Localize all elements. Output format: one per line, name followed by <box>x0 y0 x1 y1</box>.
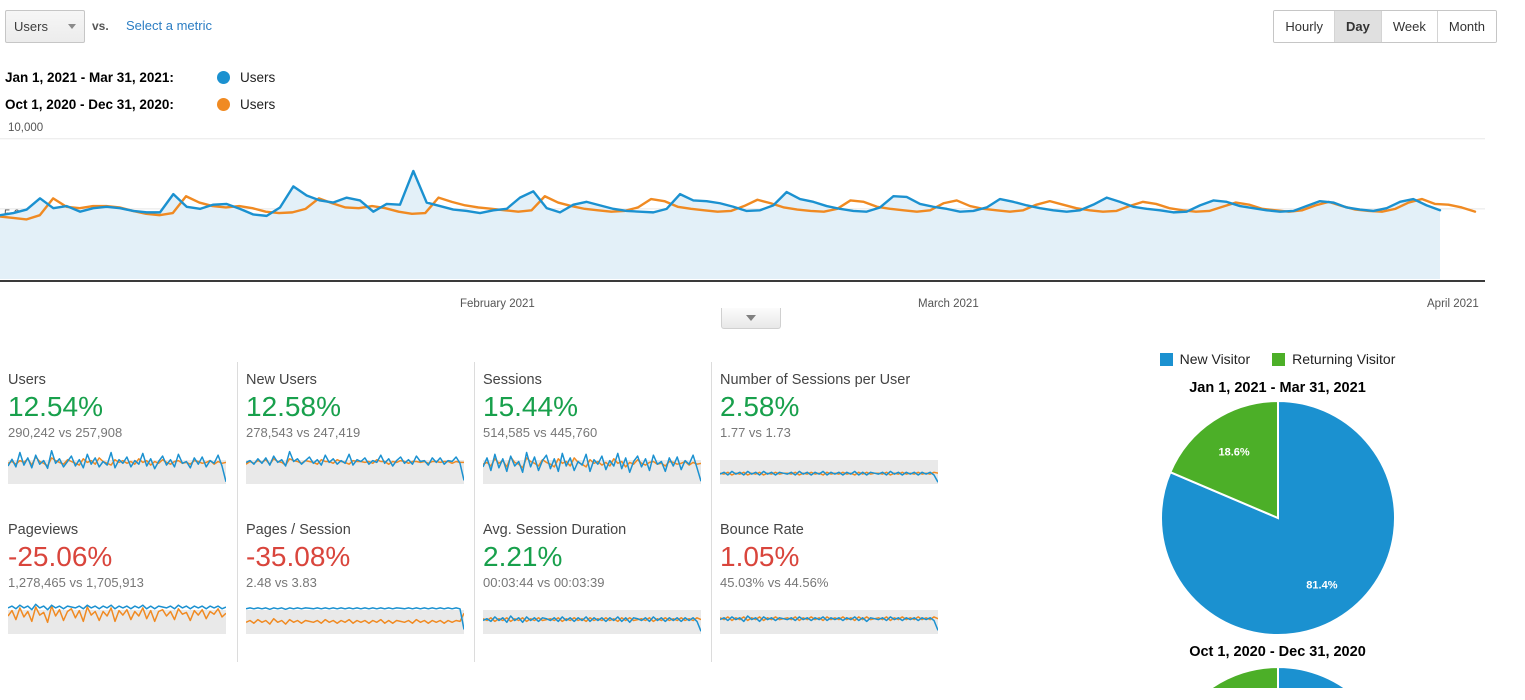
legend-metric-previous: Users <box>240 97 276 112</box>
chevron-down-icon <box>746 315 756 321</box>
metric-card-comparison: 514,585 vs 445,760 <box>483 425 598 440</box>
metric-card-title: Bounce Rate <box>720 522 804 538</box>
metric-card-sessions[interactable]: Sessions 15.44% 514,585 vs 445,760 <box>474 362 711 512</box>
metric-cards-row-1: Users 12.54% 290,242 vs 257,908 New User… <box>0 362 950 512</box>
metric-card-percent: 12.58% <box>246 391 341 422</box>
granularity-hourly-button[interactable]: Hourly <box>1274 11 1335 42</box>
metric-card-sparkline <box>246 450 464 484</box>
metric-card-sessions-per-user[interactable]: Number of Sessions per User 2.58% 1.77 v… <box>711 362 948 512</box>
pie-legend-label: New Visitor <box>1179 351 1251 367</box>
x-axis-tick-april: April 2021 <box>1427 298 1479 310</box>
legend-date-range-previous: Oct 1, 2020 - Dec 31, 2020: <box>5 97 174 112</box>
metric-card-sparkline <box>8 449 226 484</box>
metric-card-sparkline <box>483 451 701 484</box>
metric-card-avg-session-duration[interactable]: Avg. Session Duration 2.21% 00:03:44 vs … <box>474 512 711 662</box>
select-a-metric-link[interactable]: Select a metric <box>126 18 212 33</box>
metric-card-title: Avg. Session Duration <box>483 522 627 538</box>
visitor-type-panel: New Visitor Returning Visitor Jan 1, 202… <box>1030 348 1525 688</box>
metric-card-comparison: 1,278,465 vs 1,705,913 <box>8 575 144 590</box>
metric-card-sparkline <box>483 610 701 634</box>
metric-card-title: Number of Sessions per User <box>720 372 911 388</box>
metric-cards-row-2: Pageviews -25.06% 1,278,465 vs 1,705,913… <box>0 512 950 662</box>
metric-card-comparison: 2.48 vs 3.83 <box>246 575 317 590</box>
vs-label: vs. <box>92 19 109 33</box>
legend-swatch-blue <box>1159 352 1173 366</box>
legend-dot-blue <box>217 71 230 84</box>
x-axis-tick-february: February 2021 <box>460 298 535 310</box>
pie-chart-previous-holder <box>1030 664 1525 688</box>
metric-card-comparison: 278,543 vs 247,419 <box>246 425 361 440</box>
metric-card-percent: -25.06% <box>8 541 113 572</box>
metric-card-title: Pageviews <box>8 522 79 538</box>
metric-card-percent: 1.05% <box>720 541 800 572</box>
metric-card-comparison: 00:03:44 vs 00:03:39 <box>483 575 605 590</box>
metric-card-title: New Users <box>246 372 317 388</box>
metric-card-sparkline <box>246 607 464 634</box>
metric-card-pageviews[interactable]: Pageviews -25.06% 1,278,465 vs 1,705,913 <box>0 512 237 662</box>
analytics-dashboard: Users vs. Select a metric Hourly Day Wee… <box>0 0 1525 700</box>
metric-card-pages-per-session[interactable]: Pages / Session -35.08% 2.48 vs 3.83 <box>237 512 474 662</box>
metric-card-users[interactable]: Users 12.54% 290,242 vs 257,908 <box>0 362 237 512</box>
chevron-down-icon <box>68 24 76 29</box>
granularity-month-button[interactable]: Month <box>1437 11 1496 42</box>
metric-card-title: Users <box>8 372 46 388</box>
metric-card-comparison: 290,242 vs 257,908 <box>8 425 123 440</box>
pie-legend-item-returning-visitor[interactable]: Returning Visitor <box>1272 351 1395 367</box>
legend-date-range-current: Jan 1, 2021 - Mar 31, 2021: <box>5 70 174 85</box>
metric-card-title: Pages / Session <box>246 522 351 538</box>
pie-legend-label: Returning Visitor <box>1292 351 1396 367</box>
pie-chart-title-previous: Oct 1, 2020 - Dec 31, 2020 <box>1189 644 1366 660</box>
pie-chart-title-current: Jan 1, 2021 - Mar 31, 2021 <box>1189 380 1366 396</box>
svg-text:81.4%: 81.4% <box>1306 579 1337 591</box>
users-over-time-chart[interactable] <box>0 120 1525 298</box>
granularity-day-button[interactable]: Day <box>1335 11 1382 42</box>
legend-row-current: Jan 1, 2021 - Mar 31, 2021: Users <box>5 64 275 91</box>
chart-collapse-toggle[interactable] <box>721 308 781 329</box>
metric-card-percent: -35.08% <box>246 541 351 572</box>
metric-card-percent: 2.21% <box>483 541 563 572</box>
metric-card-sparkline <box>720 610 938 634</box>
visitor-type-pie-chart-previous[interactable] <box>1158 664 1398 688</box>
pie-chart-current-holder: 81.4% 18.6% <box>1030 398 1525 638</box>
metric-cards-grid: Users 12.54% 290,242 vs 257,908 New User… <box>0 362 950 662</box>
chart-legend: Jan 1, 2021 - Mar 31, 2021: Users Oct 1,… <box>5 64 275 118</box>
metric-card-sparkline <box>720 460 938 484</box>
legend-dot-orange <box>217 98 230 111</box>
pie-legend-item-new-visitor[interactable]: New Visitor <box>1159 351 1251 367</box>
metric-card-new-users[interactable]: New Users 12.58% 278,543 vs 247,419 <box>237 362 474 512</box>
metric-select-dropdown[interactable]: Users <box>5 10 85 43</box>
metric-card-comparison: 45.03% vs 44.56% <box>720 575 829 590</box>
svg-text:18.6%: 18.6% <box>1218 447 1249 459</box>
x-axis-tick-march: March 2021 <box>918 298 979 310</box>
legend-row-previous: Oct 1, 2020 - Dec 31, 2020: Users <box>5 91 275 118</box>
metric-card-percent: 2.58% <box>720 391 800 422</box>
metric-card-title: Sessions <box>483 372 542 388</box>
chart-toolbar: Users vs. Select a metric Hourly Day Wee… <box>0 0 1525 52</box>
legend-metric-current: Users <box>240 70 276 85</box>
metric-card-sparkline <box>8 603 226 634</box>
metric-card-comparison: 1.77 vs 1.73 <box>720 425 791 440</box>
granularity-toggle-group: Hourly Day Week Month <box>1273 10 1497 43</box>
visitor-type-pie-chart-current[interactable]: 81.4% 18.6% <box>1158 398 1398 638</box>
legend-swatch-green <box>1272 352 1286 366</box>
metric-card-percent: 15.44% <box>483 391 578 422</box>
metric-card-percent: 12.54% <box>8 391 103 422</box>
metric-select-value: Users <box>14 19 48 34</box>
metric-card-bounce-rate[interactable]: Bounce Rate 1.05% 45.03% vs 44.56% <box>711 512 948 662</box>
pie-legend: New Visitor Returning Visitor <box>1030 348 1525 370</box>
granularity-week-button[interactable]: Week <box>1381 11 1438 42</box>
